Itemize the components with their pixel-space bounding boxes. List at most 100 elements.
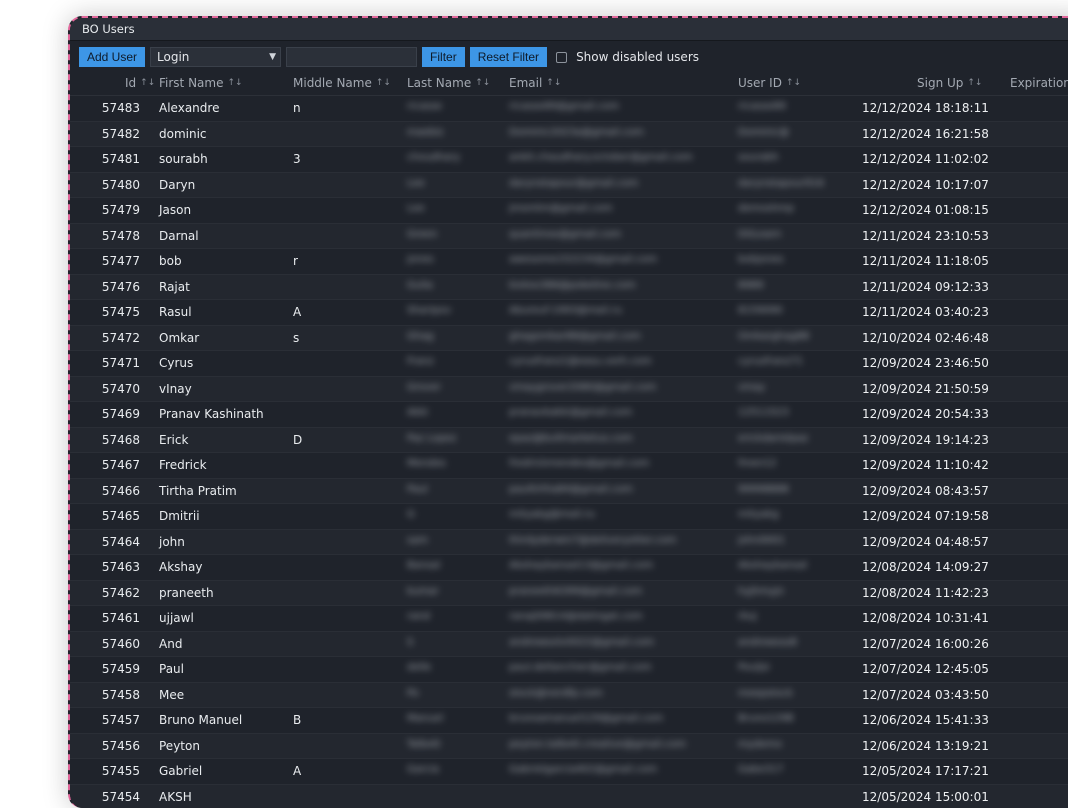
cell-signup: 12/12/2024 18:18:11 [862,101,989,115]
cell-id: 57470 [70,382,140,396]
cell-first: john [159,535,185,549]
column-header-email[interactable]: Email↑↓ [509,76,561,90]
cell-signup: 12/09/2024 21:50:59 [862,382,989,396]
show-disabled-checkbox[interactable] [556,52,567,63]
table-row[interactable]: 57459Pauldellepaul.dellanchier@gmail.com… [70,657,1068,683]
table-row[interactable]: 57483Alexandrenricassericasse89@gmail.co… [70,96,1068,122]
table-row[interactable]: 57480DarynLeedarynstapour@gmail.comdaryn… [70,173,1068,199]
column-header-expiration[interactable]: Expiration D [1010,76,1068,90]
table-row[interactable]: 57482dominicmaebizDominic2023a@gmail.com… [70,122,1068,148]
reset-filter-button[interactable]: Reset Filter [470,47,547,67]
cell-last: Paz Lopez [407,433,456,444]
cell-email: ankit.chaudhary.october@gmail.com [509,152,693,163]
table-row[interactable]: 57456PeytonTalbottpeyton.talbott.creativ… [70,734,1068,760]
cell-last: jones [407,254,434,265]
table-row[interactable]: 57460AndSandrewsolvit022@gmail.comandrew… [70,632,1068,658]
table-row[interactable]: 57463AkshayBansalAkshaybansal13@gmail.co… [70,555,1068,581]
filter-button[interactable]: Filter [422,47,465,67]
cell-first: Peyton [159,739,200,753]
cell-first: Bruno Manuel [159,713,242,727]
cell-first: sourabh [159,152,208,166]
cell-last: Garcia [407,764,439,775]
table-body: 57483Alexandrenricassericasse89@gmail.co… [70,96,1068,808]
cell-userid: meepstock [738,688,793,699]
table-row[interactable]: 57458MeePostock@nerdfp.commeepstock12/07… [70,683,1068,709]
table-row[interactable]: 57454AKSH12/05/2024 15:00:01 [70,785,1068,808]
cell-middle: D [293,433,302,447]
sort-icon: ↑↓ [227,78,242,88]
add-user-button[interactable]: Add User [79,47,145,67]
filter-field-select[interactable]: Login ▼ [150,47,281,67]
column-header-middle-name[interactable]: Middle Name↑↓ [293,76,391,90]
cell-userid: cyrusfranz71 [738,356,803,367]
cell-last: Gulia [407,280,433,291]
cell-first: Alexandre [159,101,219,115]
table-row[interactable]: 57478DarnalGreenquantinox@gmail.comDGLea… [70,224,1068,250]
cell-id: 57482 [70,127,140,141]
cell-userid: 99998888 [738,484,789,495]
table-row[interactable]: 57457Bruno ManuelBManuelbrunoamanuel129@… [70,708,1068,734]
column-header-last-name[interactable]: Last Name↑↓ [407,76,490,90]
cell-signup: 12/08/2024 11:42:23 [862,586,989,600]
cell-last: Lee [407,203,425,214]
table-row[interactable]: 57479JasonLeejmsmtm@gmail.comdemoshmp12/… [70,198,1068,224]
cell-email: darynstapour@gmail.com [509,178,638,189]
table-row[interactable]: 57466Tirtha PratimPaulpaultirtha84@gmail… [70,479,1068,505]
cell-userid: mydemo [738,739,782,750]
column-header-user-id[interactable]: User ID↑↓ [738,76,801,90]
table-row[interactable]: 57469Pranav KashinathAkkipranavkakki@gma… [70,402,1068,428]
cell-last: kumar [407,586,439,597]
cell-first: Pranav Kashinath [159,407,264,421]
table-row[interactable]: 57481sourabh3choudharyankit.chaudhary.oc… [70,147,1068,173]
cell-first: bob [159,254,182,268]
filter-input[interactable] [286,47,417,67]
cell-signup: 12/11/2024 23:10:53 [862,229,989,243]
table-row[interactable]: 57464johnsamthirdyderwin7@deliveryotter.… [70,530,1068,556]
table-row[interactable]: 57476RajatGuliakiotoo386@pokeline.com898… [70,275,1068,301]
column-header-first-name[interactable]: First Name↑↓ [159,76,243,90]
cell-first: praneeth [159,586,214,600]
cell-last: Lee [407,178,425,189]
cell-email: thirdyderwin7@deliveryotter.com [509,535,677,546]
cell-last: sam [407,535,428,546]
cell-signup: 12/09/2024 04:48:57 [862,535,989,549]
table-row[interactable]: 57475RasulASharipovAbureuf-1993@mail.ru8… [70,300,1068,326]
table-row[interactable]: 57468ErickDPaz Lopezepaz@bullmarketus.co… [70,428,1068,454]
cell-signup: 12/09/2024 11:10:42 [862,458,989,472]
cell-last: Paul [407,484,428,495]
cell-signup: 12/07/2024 12:45:05 [862,662,989,676]
table-row[interactable]: 57461ujjawlrandranaj09814@datingat.comrk… [70,606,1068,632]
table-row[interactable]: 57465DmitriiGmityakg@mail.rumityakg12/09… [70,504,1068,530]
table-row[interactable]: 57477bobrjonesawesome152234@gmail.combob… [70,249,1068,275]
cell-signup: 12/12/2024 10:17:07 [862,178,989,192]
table-row[interactable]: 57471CyrusFranzcyrusfranz1@easu.verh.com… [70,351,1068,377]
cell-email: jmsmtm@gmail.com [509,203,612,214]
cell-first: Dmitrii [159,509,200,523]
cell-last: ricasse [407,101,442,112]
cell-first: Fredrick [159,458,207,472]
cell-email: Abureuf-1993@mail.ru [509,305,622,316]
cell-first: Rajat [159,280,190,294]
column-header-sign-up[interactable]: Sign Up↑↓ [917,76,982,90]
cell-signup: 12/05/2024 17:17:21 [862,764,989,778]
column-header-id[interactable]: Id↑↓ [125,76,155,90]
cell-first: AKSH [159,790,192,804]
sort-icon: ↑↓ [786,78,801,88]
cell-id: 57483 [70,101,140,115]
cell-signup: 12/11/2024 09:12:33 [862,280,989,294]
show-disabled-label: Show disabled users [576,50,699,64]
cell-signup: 12/11/2024 03:40:23 [862,305,989,319]
cell-email: cyrusfranz1@easu.verh.com [509,356,652,367]
cell-email: stock@nerdfp.com [509,688,603,699]
cell-userid: DGLearn [738,229,781,240]
cell-last: Franz [407,356,434,367]
cell-first: Rasul [159,305,192,319]
cell-first: ujjawl [159,611,194,625]
table-row[interactable]: 57467FredrickMendesfredrickmendes@gmail.… [70,453,1068,479]
table-row[interactable]: 57472OmkarsGhagghagomkar88@gmail.comOmka… [70,326,1068,352]
cell-userid: hyjhmyjn [738,586,784,597]
table-row[interactable]: 57470vInayGrovervinaygrover2080@gmail.co… [70,377,1068,403]
cell-id: 57463 [70,560,140,574]
table-row[interactable]: 57462praneethkumarpraneeth6399@gmail.com… [70,581,1068,607]
table-row[interactable]: 57455GabrielAGarciaGabrielgarcia402@gmai… [70,759,1068,785]
